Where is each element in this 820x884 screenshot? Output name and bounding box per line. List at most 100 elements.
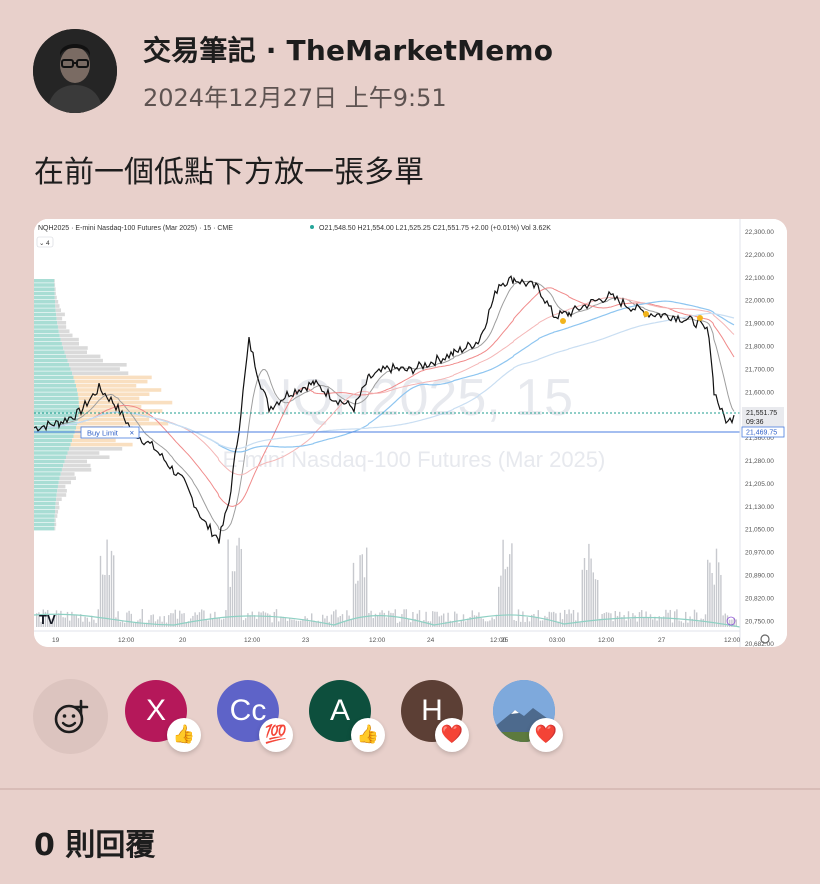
heart-icon: ❤️ [529, 718, 563, 752]
volume-bar [372, 618, 374, 627]
volume-bar [282, 616, 284, 627]
volume-bar [126, 612, 128, 627]
limit-price-value: 21,469.75 [746, 430, 777, 437]
volume-bar [278, 621, 280, 627]
volume-bar [247, 613, 249, 627]
volume-bar [528, 621, 531, 627]
volume-bar [630, 618, 632, 627]
volume-bar [220, 619, 223, 627]
price-axis-label: 21,280.00 [745, 458, 774, 465]
volume-bar [513, 619, 515, 627]
volume-profile-bar [70, 442, 133, 447]
volume-profile-bar [34, 493, 57, 497]
volume-bar [315, 622, 317, 627]
volume-bar [110, 550, 113, 627]
time-axis-label: 12:00 [369, 637, 386, 644]
chart-image[interactable]: NQH2025, 15 E-mini Nasdaq-100 Futures (M… [34, 219, 787, 647]
time-axis-label: 12:00 [724, 637, 741, 644]
volume-bar [297, 620, 300, 627]
volume-profile-bar [34, 438, 73, 443]
volume-profile-bar [64, 350, 87, 354]
volume-profile-bar [34, 354, 66, 359]
volume-profile-bar [34, 451, 68, 455]
volume-profile-bar [67, 451, 100, 455]
volume-profile-bar [56, 312, 65, 317]
volume-bar [91, 615, 93, 627]
volume-bar [612, 621, 614, 627]
volume-bar [88, 621, 91, 627]
volume-bar [575, 620, 577, 627]
volume-profile-bar [34, 329, 59, 333]
volume-bar [656, 620, 658, 627]
volume-profile-bar [34, 358, 68, 363]
volume-bar [715, 548, 718, 627]
volume-bar [627, 611, 630, 627]
volume-bar [377, 614, 379, 627]
volume-bar [106, 539, 108, 627]
volume-bar [608, 612, 610, 627]
volume-bar [379, 612, 381, 627]
volume-profile-bar [34, 489, 58, 493]
add-reaction-button[interactable] [33, 679, 108, 754]
volume-bar [616, 615, 619, 627]
volume-bar [346, 610, 348, 627]
price-axis-label: 20,890.00 [745, 573, 774, 580]
volume-bar [623, 615, 625, 627]
volume-profile-bar [34, 308, 56, 312]
volume-profile-bar [34, 472, 61, 476]
volume-bar [460, 620, 462, 627]
volume-bar [267, 613, 269, 627]
volume-bar [150, 615, 152, 627]
volume-profile-bar [34, 522, 55, 527]
volume-bar [392, 613, 394, 627]
volume-bar [308, 621, 311, 627]
replies-count[interactable]: 0 則回覆 [34, 820, 155, 864]
author-avatar[interactable] [33, 29, 117, 113]
buy-limit-label: Buy Limit [87, 429, 119, 438]
volume-profile-bar [78, 396, 140, 401]
volume-bar [553, 611, 555, 627]
volume-bar [236, 545, 238, 627]
volume-bar [572, 609, 575, 627]
author-name[interactable]: 交易筆記 · TheMarketMemo [143, 29, 553, 69]
volume-bar [227, 539, 229, 627]
volume-profile-bar [54, 279, 55, 283]
volume-bar [361, 554, 363, 627]
volume-bar [348, 615, 350, 627]
volume-profile-bar [56, 316, 63, 321]
buy-limit-close-icon: × [130, 429, 135, 438]
volume-bar [687, 622, 689, 627]
volume-bar [341, 614, 344, 627]
volume-bar [350, 619, 352, 627]
volume-bar [544, 615, 546, 627]
volume-bar [577, 612, 579, 627]
volume-profile-bar [60, 472, 75, 476]
volume-bar [260, 612, 262, 627]
volume-bar [438, 616, 440, 627]
volume-bar [223, 618, 225, 627]
price-axis-label: 21,800.00 [745, 344, 774, 351]
volume-profile-bar [34, 321, 58, 325]
volume-profile-bar [69, 447, 123, 451]
volume-profile-bar [63, 346, 88, 350]
volume-bar [75, 614, 77, 627]
volume-profile-bar [57, 321, 67, 325]
volume-bar [212, 618, 214, 627]
volume-bar [610, 613, 612, 627]
volume-profile-bar [59, 333, 73, 338]
thumbs-up-icon: 👍 [167, 718, 201, 752]
volume-bar [722, 615, 724, 627]
volume-profile-bar [34, 283, 55, 287]
volume-profile-bar [74, 379, 148, 384]
volume-profile-bar [76, 384, 137, 388]
volume-bar [77, 618, 80, 627]
volume-bar [84, 616, 86, 627]
market-status-icon [310, 225, 314, 229]
volume-profile-bar [34, 526, 55, 531]
last-price-value: 21,551.75 [746, 410, 777, 417]
volume-bar [245, 618, 247, 627]
heart-icon: ❤️ [435, 718, 469, 752]
time-axis-label: 19 [52, 637, 60, 644]
volume-bar [440, 615, 443, 627]
volume-bar [355, 583, 357, 627]
